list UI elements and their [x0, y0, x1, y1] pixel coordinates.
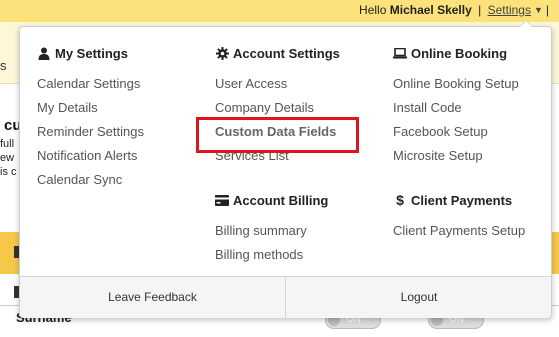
nav-fragment: s — [0, 58, 7, 73]
section-my-settings: My Settings — [37, 44, 144, 62]
menu-item-custom-data-fields[interactable]: Custom Data Fields — [196, 117, 359, 153]
menu-item-user-access[interactable]: User Access — [215, 76, 340, 100]
dropdown-footer: Leave Feedback Logout — [20, 276, 551, 318]
section-client-payments: $ Client Payments — [393, 191, 525, 209]
section-online-booking: Online Booking — [393, 44, 525, 62]
top-bar: Hello Michael Skelly | Settings ▼ | — [0, 0, 559, 22]
background-text: full ew is c — [0, 137, 17, 179]
dropdown-arrow — [519, 20, 533, 27]
section-title: Client Payments — [411, 192, 513, 208]
section-title: Account Settings — [233, 45, 340, 61]
menu-item-online-booking-setup[interactable]: Online Booking Setup — [393, 76, 525, 100]
dollar-icon: $ — [396, 192, 404, 208]
trailing-separator: | — [545, 3, 549, 17]
bg-line-2: ew — [0, 152, 15, 164]
client-payments-list: Client Payments Setup — [393, 223, 525, 247]
section-account-billing: Account Billing — [215, 191, 340, 209]
leave-feedback-button[interactable]: Leave Feedback — [20, 277, 286, 318]
user-menu: Hello Michael Skelly | Settings ▼ | — [359, 3, 549, 17]
online-booking-list: Online Booking Setup Install Code Facebo… — [393, 76, 525, 172]
user-name: Michael Skelly — [389, 3, 472, 17]
section-title: Online Booking — [411, 45, 508, 61]
section-account-settings: Account Settings — [215, 44, 340, 62]
column-online: Online Booking Online Booking Setup Inst… — [393, 44, 525, 247]
gear-icon — [215, 46, 229, 60]
laptop-icon — [393, 46, 407, 60]
column-account: Account Settings User Access Company Det… — [196, 44, 359, 271]
user-icon — [37, 46, 51, 60]
caret-down-icon[interactable]: ▼ — [534, 5, 543, 15]
menu-item-facebook-setup[interactable]: Facebook Setup — [393, 124, 525, 148]
menu-item-calendar-settings[interactable]: Calendar Settings — [37, 76, 144, 100]
section-title: My Settings — [55, 45, 128, 61]
menu-item-my-details[interactable]: My Details — [37, 100, 144, 124]
my-settings-list: Calendar Settings My Details Reminder Se… — [37, 76, 144, 196]
menu-item-install-code[interactable]: Install Code — [393, 100, 525, 124]
menu-item-calendar-sync[interactable]: Calendar Sync — [37, 172, 144, 196]
greeting-text: Hello — [359, 3, 387, 17]
menu-item-billing-summary[interactable]: Billing summary — [215, 223, 340, 247]
settings-link[interactable]: Settings — [488, 3, 531, 17]
menu-item-billing-methods[interactable]: Billing methods — [215, 247, 340, 271]
bg-line-3: is c — [0, 166, 17, 178]
menu-item-notification-alerts[interactable]: Notification Alerts — [37, 148, 144, 172]
settings-dropdown: My Settings Calendar Settings My Details… — [19, 20, 552, 318]
credit-card-icon — [215, 193, 229, 207]
menu-item-reminder-settings[interactable]: Reminder Settings — [37, 124, 144, 148]
separator: | — [478, 3, 482, 17]
account-billing-list: Billing summary Billing methods — [215, 223, 340, 271]
menu-item-microsite-setup[interactable]: Microsite Setup — [393, 148, 525, 172]
account-settings-list: User Access Company Details Custom Data … — [196, 76, 359, 172]
section-title: Account Billing — [233, 192, 329, 208]
column-my-settings: My Settings Calendar Settings My Details… — [37, 44, 144, 196]
logout-button[interactable]: Logout — [287, 277, 551, 318]
menu-item-client-payments-setup[interactable]: Client Payments Setup — [393, 223, 525, 247]
bg-line-1: full — [0, 138, 15, 150]
